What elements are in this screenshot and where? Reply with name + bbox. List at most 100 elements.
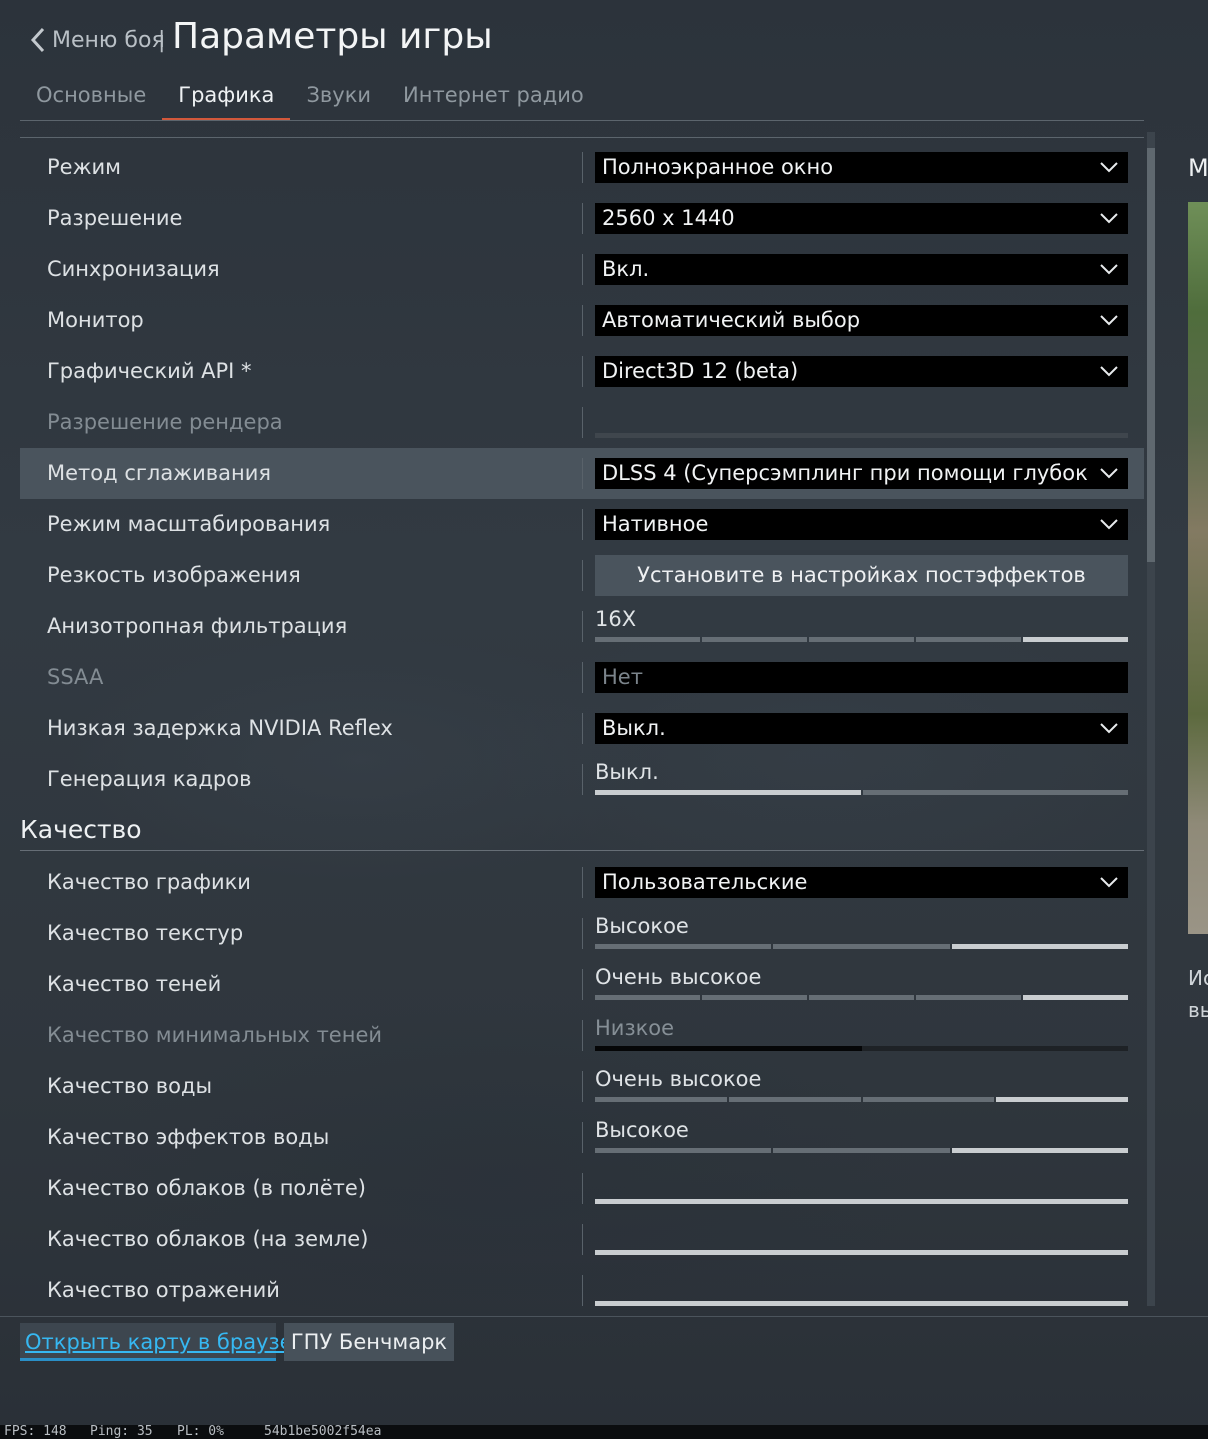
- setting-row-shadows: Качество теней Очень высокое: [20, 959, 1144, 1010]
- antialiasing-dropdown[interactable]: DLSS 4 (Суперсэмплинг при помощи глубоко…: [595, 458, 1128, 489]
- resolution-dropdown[interactable]: 2560 x 1440: [595, 203, 1128, 234]
- shadows-slider[interactable]: Очень высокое: [595, 965, 1128, 1000]
- slider-segment: [595, 637, 700, 642]
- quality-section-header: Качество: [20, 805, 1144, 857]
- field-value: Нет: [602, 665, 643, 689]
- setting-label: SSAA: [47, 665, 104, 689]
- divider: [582, 611, 583, 642]
- tab-graphics[interactable]: Графика: [162, 76, 291, 120]
- open-map-in-browser-button[interactable]: Открыть карту в браузере: [20, 1323, 319, 1361]
- slider-value: Высокое: [595, 914, 689, 938]
- frame-gen-slider[interactable]: Выкл.: [595, 760, 1128, 795]
- slider-segment: [1023, 995, 1128, 1000]
- setting-label: Качество графики: [47, 870, 251, 894]
- water-fx-slider[interactable]: Высокое: [595, 1118, 1128, 1153]
- clouds-ground-slider[interactable]: [595, 1224, 1128, 1255]
- slider-track: [595, 944, 1128, 949]
- breadcrumb-separator: |: [158, 28, 166, 53]
- chevron-down-icon: [1100, 264, 1118, 275]
- setting-row-anisotropic: Анизотропная фильтрация 16X: [20, 601, 1144, 652]
- monitor-dropdown[interactable]: Автоматический выбор: [595, 305, 1128, 336]
- divider: [582, 969, 583, 1000]
- preview-desc-line: Ис: [1188, 966, 1208, 990]
- setting-row-resolution: Разрешение 2560 x 1440: [20, 193, 1144, 244]
- slider-segment: [595, 1148, 772, 1153]
- setting-row-mode: Режим Полноэкранное окно: [20, 142, 1144, 193]
- chevron-down-icon: [1100, 723, 1118, 734]
- setting-label: Монитор: [47, 308, 144, 332]
- setting-label: Качество теней: [47, 972, 222, 996]
- setting-label: Качество отражений: [47, 1278, 280, 1302]
- setting-row-antialiasing: Метод сглаживания DLSS 4 (Суперсэмплинг …: [20, 448, 1144, 499]
- ssaa-field: Нет: [595, 662, 1128, 693]
- preview-title: М: [1188, 154, 1208, 182]
- divider: [582, 1122, 583, 1153]
- slider-segment: [595, 1301, 1128, 1306]
- mode-dropdown[interactable]: Полноэкранное окно: [595, 152, 1128, 183]
- setting-row-textures: Качество текстур Высокое: [20, 908, 1144, 959]
- reflections-slider[interactable]: [595, 1275, 1128, 1306]
- tab-general[interactable]: Основные: [20, 76, 162, 120]
- setting-row-clouds-flight: Качество облаков (в полёте): [20, 1163, 1144, 1214]
- slider-segment: [862, 790, 1128, 795]
- vsync-dropdown[interactable]: Вкл.: [595, 254, 1128, 285]
- divider: [582, 918, 583, 949]
- slider-segment: [773, 1148, 950, 1153]
- setting-label: Режим: [47, 155, 121, 179]
- tab-sounds[interactable]: Звуки: [290, 76, 387, 120]
- textures-slider[interactable]: Высокое: [595, 914, 1128, 949]
- render-resolution-slider: [595, 407, 1128, 438]
- tab-internet-radio[interactable]: Интернет радио: [387, 76, 600, 120]
- setting-label: Синхронизация: [47, 257, 220, 281]
- slider-segment: [951, 1148, 1128, 1153]
- setting-label: Качество эффектов воды: [47, 1125, 330, 1149]
- setting-label: Качество текстур: [47, 921, 244, 945]
- slider-segment: [595, 995, 700, 1000]
- slider-segment: [809, 637, 914, 642]
- ping-counter: Ping: 35: [90, 1424, 153, 1439]
- packet-loss: PL: 0%: [177, 1424, 224, 1439]
- dropdown-value: 2560 x 1440: [602, 206, 735, 230]
- slider-segment: [595, 1199, 1128, 1204]
- reflex-dropdown[interactable]: Выкл.: [595, 713, 1128, 744]
- upscaling-dropdown[interactable]: Нативное: [595, 509, 1128, 540]
- postfx-settings-button[interactable]: Установите в настройках постэффектов: [595, 555, 1128, 596]
- divider: [582, 1071, 583, 1102]
- setting-label: Режим масштабирования: [47, 512, 331, 536]
- scrollbar-thumb[interactable]: [1147, 148, 1155, 562]
- setting-label: Резкость изображения: [47, 563, 301, 587]
- clouds-flight-slider[interactable]: [595, 1173, 1128, 1204]
- setting-row-water-fx: Качество эффектов воды Высокое: [20, 1112, 1144, 1163]
- button-label: Открыть карту в браузере: [25, 1330, 319, 1354]
- setting-label: Качество облаков (на земле): [47, 1227, 369, 1251]
- preview-image: [1188, 202, 1208, 934]
- slider-segment: [916, 995, 1021, 1000]
- setting-row-vsync: Синхронизация Вкл.: [20, 244, 1144, 295]
- page-title: Параметры игры: [172, 16, 493, 57]
- setting-row-water: Качество воды Очень высокое: [20, 1061, 1144, 1112]
- divider: [582, 305, 583, 336]
- slider-segment: [728, 1097, 861, 1102]
- list-top-divider: [20, 137, 1144, 138]
- anisotropic-slider[interactable]: 16X: [595, 607, 1128, 642]
- gpu-benchmark-button[interactable]: ГПУ Бенчмарк: [284, 1323, 454, 1361]
- setting-row-reflex: Низкая задержка NVIDIA Reflex Выкл.: [20, 703, 1144, 754]
- divider: [582, 764, 583, 795]
- graphics-preset-dropdown[interactable]: Пользовательские: [595, 867, 1128, 898]
- chevron-down-icon: [1100, 162, 1118, 173]
- back-button[interactable]: Меню боя: [30, 22, 165, 58]
- setting-row-render-resolution: Разрешение рендера: [20, 397, 1144, 448]
- chevron-down-icon: [1100, 213, 1118, 224]
- setting-label: Низкая задержка NVIDIA Reflex: [47, 716, 393, 740]
- slider-segment: [1023, 637, 1128, 642]
- settings-list: Режим Полноэкранное окно Разрешение 2560…: [20, 142, 1144, 1306]
- water-slider[interactable]: Очень высокое: [595, 1067, 1128, 1102]
- divider: [582, 203, 583, 234]
- divider: [582, 713, 583, 744]
- setting-row-graphics-api: Графический API * Direct3D 12 (beta): [20, 346, 1144, 397]
- graphics-api-dropdown[interactable]: Direct3D 12 (beta): [595, 356, 1128, 387]
- divider: [582, 152, 583, 183]
- slider-value: 16X: [595, 607, 637, 631]
- slider-track: [595, 433, 1128, 438]
- divider: [582, 560, 583, 591]
